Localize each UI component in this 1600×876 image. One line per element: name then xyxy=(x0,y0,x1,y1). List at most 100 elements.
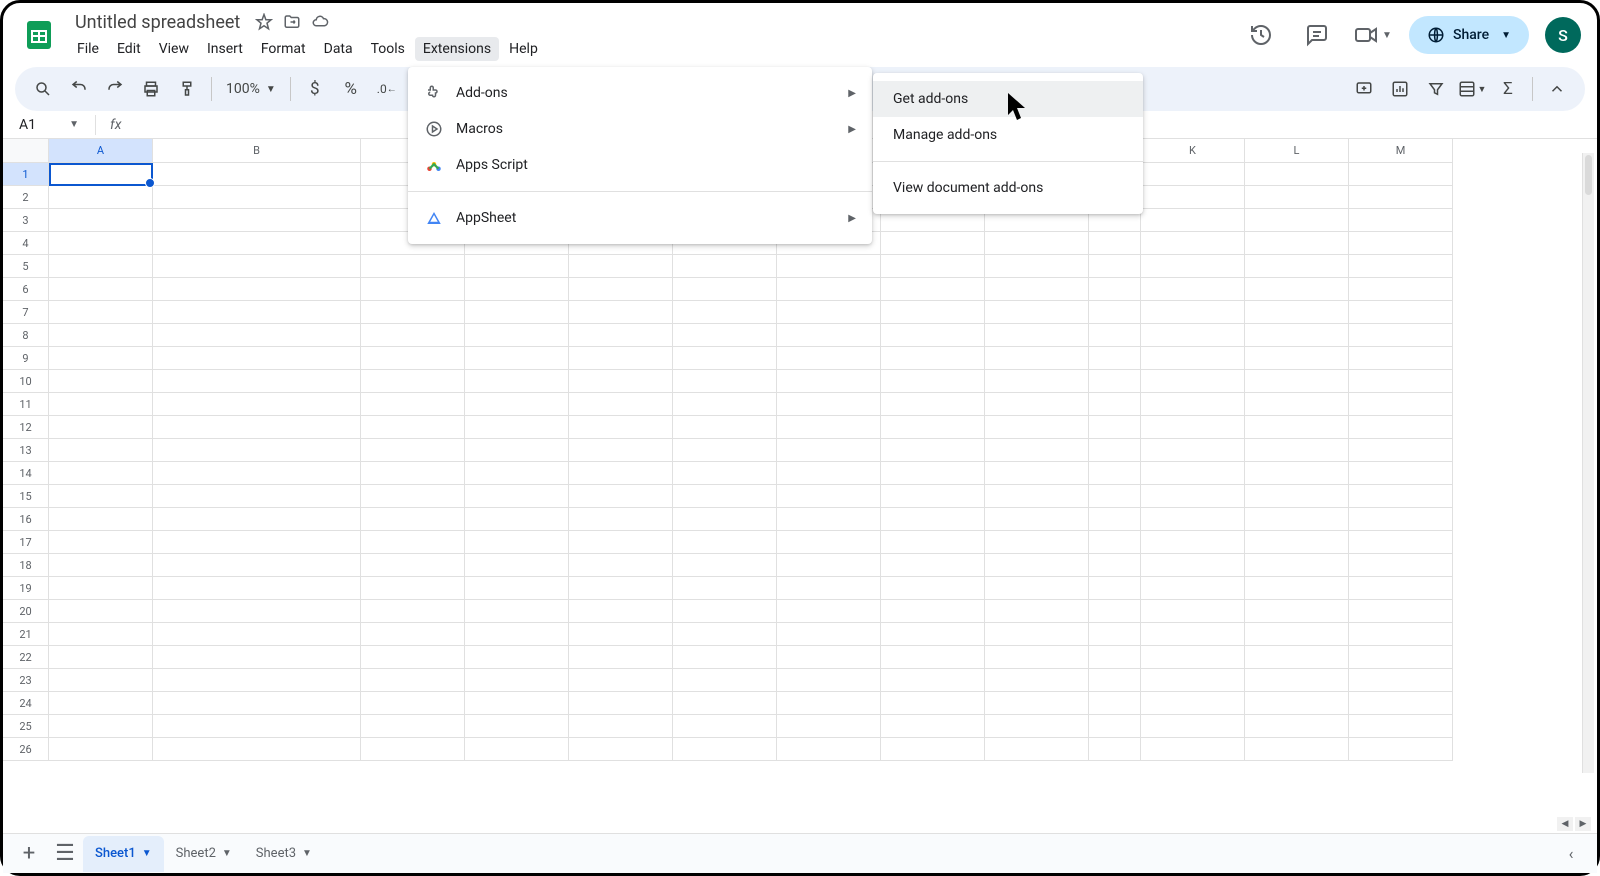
cell[interactable] xyxy=(1245,255,1349,278)
percent-icon[interactable]: % xyxy=(335,73,367,105)
cell[interactable] xyxy=(153,531,361,554)
menu-file[interactable]: File xyxy=(69,37,107,61)
meet-icon[interactable]: ▼ xyxy=(1353,15,1393,55)
row-header-22[interactable]: 22 xyxy=(3,646,49,669)
doc-title[interactable]: Untitled spreadsheet xyxy=(69,10,246,35)
row-header-16[interactable]: 16 xyxy=(3,508,49,531)
cell[interactable] xyxy=(361,301,465,324)
user-avatar[interactable]: S xyxy=(1545,17,1581,53)
cell[interactable] xyxy=(1245,692,1349,715)
cell[interactable] xyxy=(465,646,569,669)
cell[interactable] xyxy=(465,370,569,393)
cell[interactable] xyxy=(881,301,985,324)
cell[interactable] xyxy=(465,669,569,692)
cell[interactable] xyxy=(361,577,465,600)
cell[interactable] xyxy=(569,301,673,324)
cell[interactable] xyxy=(569,324,673,347)
cell[interactable] xyxy=(1245,646,1349,669)
cell[interactable] xyxy=(1089,738,1141,761)
cell[interactable] xyxy=(1349,554,1453,577)
cell[interactable] xyxy=(465,600,569,623)
cell[interactable] xyxy=(153,301,361,324)
cell[interactable] xyxy=(985,577,1089,600)
insert-comment-icon[interactable] xyxy=(1348,73,1380,105)
cell[interactable] xyxy=(1245,186,1349,209)
cell[interactable] xyxy=(1349,416,1453,439)
cell[interactable] xyxy=(49,232,153,255)
row-header-24[interactable]: 24 xyxy=(3,692,49,715)
cell[interactable] xyxy=(985,255,1089,278)
cell[interactable] xyxy=(465,278,569,301)
cell[interactable] xyxy=(673,692,777,715)
cell[interactable] xyxy=(1349,278,1453,301)
cell[interactable] xyxy=(361,692,465,715)
cell[interactable] xyxy=(1141,255,1245,278)
cell[interactable] xyxy=(1349,577,1453,600)
cell[interactable] xyxy=(777,301,881,324)
cell[interactable] xyxy=(1245,232,1349,255)
cell[interactable] xyxy=(1089,416,1141,439)
cell[interactable] xyxy=(881,462,985,485)
cell[interactable] xyxy=(777,278,881,301)
sheet-tab-2[interactable]: Sheet2 ▼ xyxy=(164,836,244,872)
cell[interactable] xyxy=(1141,485,1245,508)
cell[interactable] xyxy=(1141,715,1245,738)
cell[interactable] xyxy=(1089,531,1141,554)
cell[interactable] xyxy=(153,554,361,577)
cell[interactable] xyxy=(777,416,881,439)
cell[interactable] xyxy=(153,508,361,531)
row-header-13[interactable]: 13 xyxy=(3,439,49,462)
cell[interactable] xyxy=(361,347,465,370)
cell[interactable] xyxy=(673,462,777,485)
cell[interactable] xyxy=(777,600,881,623)
cell[interactable] xyxy=(777,393,881,416)
cell[interactable] xyxy=(1349,646,1453,669)
cell[interactable] xyxy=(153,692,361,715)
cell[interactable] xyxy=(569,600,673,623)
cell[interactable] xyxy=(1141,623,1245,646)
cell[interactable] xyxy=(153,416,361,439)
cell[interactable] xyxy=(1245,554,1349,577)
cell[interactable] xyxy=(985,393,1089,416)
cell[interactable] xyxy=(881,278,985,301)
cell[interactable] xyxy=(49,646,153,669)
cell[interactable] xyxy=(569,738,673,761)
cell[interactable] xyxy=(1245,370,1349,393)
cell[interactable] xyxy=(985,370,1089,393)
cell[interactable] xyxy=(465,324,569,347)
row-header-14[interactable]: 14 xyxy=(3,462,49,485)
cell[interactable] xyxy=(1245,163,1349,186)
comment-icon[interactable] xyxy=(1297,15,1337,55)
cell[interactable] xyxy=(361,554,465,577)
cell[interactable] xyxy=(1245,577,1349,600)
cell[interactable] xyxy=(49,370,153,393)
cell[interactable] xyxy=(153,255,361,278)
cell[interactable] xyxy=(881,692,985,715)
col-header-M[interactable]: M xyxy=(1349,139,1453,163)
cell[interactable] xyxy=(465,439,569,462)
cell[interactable] xyxy=(153,439,361,462)
cell[interactable] xyxy=(1141,692,1245,715)
cell[interactable] xyxy=(881,439,985,462)
cell[interactable] xyxy=(49,278,153,301)
cell[interactable] xyxy=(1141,209,1245,232)
sheet-tab-1[interactable]: Sheet1 ▼ xyxy=(83,836,164,872)
cell[interactable] xyxy=(985,715,1089,738)
cell[interactable] xyxy=(1349,738,1453,761)
cell[interactable] xyxy=(1141,531,1245,554)
cell[interactable] xyxy=(985,554,1089,577)
cell[interactable] xyxy=(1349,301,1453,324)
cells-area[interactable] xyxy=(49,163,1597,761)
cell[interactable] xyxy=(153,623,361,646)
cell[interactable] xyxy=(153,669,361,692)
scrollbar-thumb[interactable] xyxy=(1585,155,1592,195)
cell[interactable] xyxy=(1141,577,1245,600)
cell[interactable] xyxy=(465,577,569,600)
cell[interactable] xyxy=(361,669,465,692)
cell[interactable] xyxy=(1349,255,1453,278)
cell[interactable] xyxy=(1245,416,1349,439)
cell[interactable] xyxy=(153,577,361,600)
cell[interactable] xyxy=(569,646,673,669)
cell[interactable] xyxy=(777,669,881,692)
cell[interactable] xyxy=(465,738,569,761)
